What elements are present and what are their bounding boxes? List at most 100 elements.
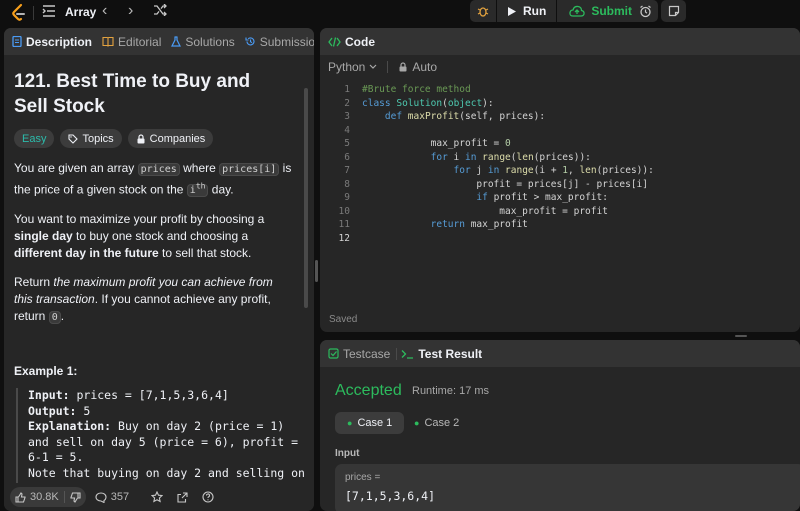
tab-separator bbox=[396, 347, 398, 360]
dislike-button[interactable] bbox=[65, 487, 86, 507]
share-icon bbox=[177, 491, 188, 503]
share-button[interactable] bbox=[172, 487, 193, 507]
case-1-tab[interactable]: ● Case 1 bbox=[335, 412, 405, 434]
notes-button[interactable] bbox=[661, 0, 686, 22]
tab-submissions-label: Submission bbox=[259, 34, 314, 49]
problem-paragraph-1: You are given an array prices where pric… bbox=[14, 161, 292, 198]
chevron-right-icon[interactable]: › bbox=[128, 2, 133, 20]
testcase-label: Testcase bbox=[343, 346, 391, 361]
tag-icon bbox=[68, 133, 79, 144]
bug-icon bbox=[477, 7, 489, 17]
cloud-upload-icon bbox=[569, 5, 586, 17]
pass-dot-icon: ● bbox=[347, 418, 353, 428]
like-dislike-group: 30.8K bbox=[10, 487, 86, 507]
editor-toolbar: Python Auto bbox=[320, 55, 800, 79]
run-button[interactable]: Run bbox=[496, 0, 556, 22]
thumbs-up-icon bbox=[15, 491, 26, 503]
problem-paragraph-3: Return the maximum profit you can achiev… bbox=[14, 275, 273, 325]
document-icon bbox=[12, 36, 22, 47]
case-2-label: Case 2 bbox=[424, 417, 460, 429]
companies-label: Companies bbox=[149, 132, 206, 145]
debug-button[interactable] bbox=[470, 0, 496, 22]
run-label: Run bbox=[523, 4, 547, 18]
topics-tag[interactable]: Topics bbox=[60, 129, 122, 148]
code-line: 4 bbox=[344, 124, 350, 136]
comment-count: 357 bbox=[110, 491, 130, 503]
code-line: 12 bbox=[338, 232, 350, 244]
like-button[interactable]: 30.8K bbox=[10, 487, 64, 507]
tab-testcase[interactable]: Testcase bbox=[328, 347, 390, 361]
code-line: 10 max_profit = profit bbox=[338, 205, 608, 217]
leetcode-logo-icon[interactable] bbox=[9, 3, 29, 23]
favorite-button[interactable] bbox=[146, 487, 168, 507]
terminal-icon bbox=[401, 349, 414, 359]
description-tabs: Description Editorial Solutions Submissi… bbox=[4, 28, 314, 55]
code-line: 11 return max_profit bbox=[338, 219, 528, 230]
tab-description-label: Description bbox=[26, 34, 93, 49]
code-panel-header: Code bbox=[320, 28, 800, 55]
shuffle-icon[interactable] bbox=[153, 4, 167, 16]
test-panel: Testcase Test Result Accepted Runtime: 1… bbox=[320, 340, 800, 511]
saved-status: Saved bbox=[329, 314, 358, 325]
help-button[interactable] bbox=[197, 487, 219, 507]
history-icon bbox=[245, 37, 255, 46]
code-line: 3 def maxProfit(self, prices): bbox=[344, 111, 546, 122]
submit-label: Submit bbox=[591, 4, 632, 18]
tab-solutions[interactable]: Solutions bbox=[171, 34, 235, 49]
language-select[interactable]: Python bbox=[328, 60, 377, 74]
timer-button[interactable] bbox=[633, 0, 658, 22]
tab-code[interactable]: Code bbox=[328, 35, 375, 49]
companies-tag[interactable]: Companies bbox=[127, 129, 214, 148]
code-panel: Code Python Auto 1 #Brute force method 2c… bbox=[320, 28, 800, 332]
alarm-clock-icon bbox=[640, 5, 651, 17]
problem-list-label[interactable]: Array bbox=[65, 5, 96, 19]
input-label: Input bbox=[335, 448, 360, 459]
code-editor[interactable]: 1 #Brute force method 2 class Solution(obj… bbox=[320, 83, 800, 303]
horizontal-resize-handle[interactable] bbox=[735, 335, 747, 337]
run-submit-group: Run Submit bbox=[470, 0, 644, 22]
top-bar: Array ‹ › Run Submit bbox=[0, 0, 800, 26]
case-2-tab[interactable]: ● Case 2 bbox=[408, 412, 465, 434]
problem-paragraph-2: You want to maximize your profit by choo… bbox=[14, 212, 265, 261]
tab-solutions-label: Solutions bbox=[185, 34, 235, 49]
tab-test-result[interactable]: Test Result bbox=[401, 347, 482, 361]
flask-icon bbox=[171, 36, 182, 47]
input-variable-name: prices = bbox=[345, 472, 381, 483]
code-line: 6 for i in range(len(prices)): bbox=[344, 151, 591, 163]
example-heading: Example 1: bbox=[14, 364, 78, 379]
vertical-resize-handle[interactable] bbox=[315, 260, 318, 282]
test-panel-tabs: Testcase Test Result bbox=[320, 340, 800, 367]
runtime-text: Runtime: 17 ms bbox=[412, 385, 490, 397]
pass-dot-icon: ● bbox=[414, 418, 420, 428]
tab-editorial[interactable]: Editorial bbox=[102, 35, 161, 49]
auto-mode-toggle[interactable]: Auto bbox=[398, 60, 437, 74]
problem-title[interactable]: 121. Best Time to Buy and Sell Stock bbox=[14, 69, 284, 119]
example-block: Input: prices = [7,1,5,3,6,4] Output: 5 … bbox=[16, 388, 306, 483]
book-icon bbox=[102, 36, 114, 47]
description-content[interactable]: 121. Best Time to Buy and Sell Stock Eas… bbox=[4, 55, 314, 483]
result-status: Accepted bbox=[335, 382, 402, 399]
problem-tags: Easy Topics Companies bbox=[14, 129, 304, 148]
star-icon bbox=[151, 491, 164, 503]
lock-icon bbox=[137, 133, 145, 143]
code-line: 5 max_profit = 0 bbox=[344, 138, 511, 149]
test-result-label: Test Result bbox=[418, 346, 483, 361]
submit-button[interactable]: Submit bbox=[556, 0, 644, 22]
auto-label: Auto bbox=[412, 60, 438, 74]
problem-list-icon[interactable] bbox=[42, 4, 56, 18]
tab-submissions[interactable]: Submission bbox=[245, 35, 314, 49]
tab-description[interactable]: Description bbox=[12, 35, 92, 49]
question-icon bbox=[202, 491, 214, 503]
code-line: 8 profit = prices[j] - prices[i] bbox=[344, 178, 648, 190]
toolbar-divider bbox=[387, 61, 389, 73]
description-scrollbar[interactable] bbox=[304, 88, 308, 308]
comments-button[interactable]: 357 bbox=[90, 487, 134, 507]
chevron-left-icon[interactable]: ‹ bbox=[102, 2, 107, 20]
code-line: 2 class Solution(object): bbox=[344, 97, 494, 109]
checkbox-icon bbox=[328, 348, 339, 359]
input-variable-value: [7,1,5,3,6,4] bbox=[345, 489, 436, 503]
description-footer: 30.8K 357 bbox=[4, 483, 314, 511]
code-line: 9 if profit > max_profit: bbox=[344, 192, 608, 203]
note-icon bbox=[668, 5, 679, 17]
description-panel: Description Editorial Solutions Submissi… bbox=[4, 28, 314, 511]
